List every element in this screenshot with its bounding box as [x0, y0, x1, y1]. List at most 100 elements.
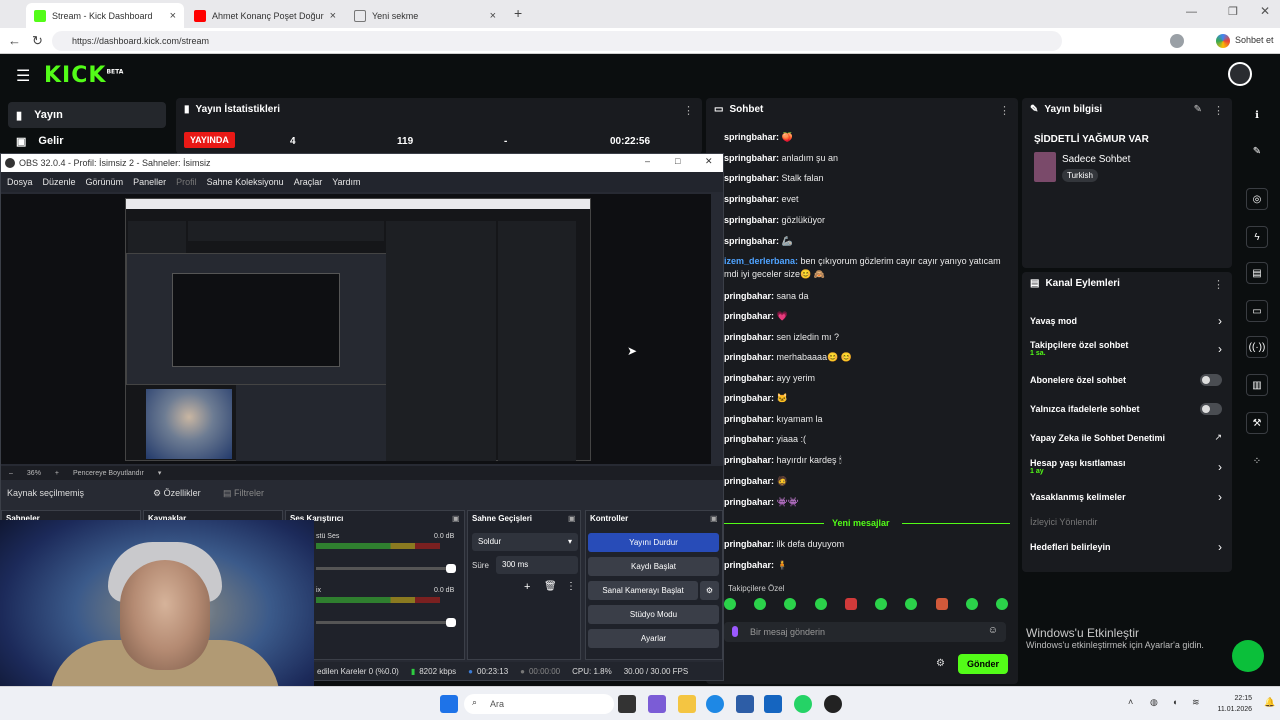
- address-input[interactable]: https://dashboard.kick.com/stream: [52, 31, 1062, 51]
- task-view-icon[interactable]: [618, 695, 636, 713]
- action-slow-mode[interactable]: Yavaş mod: [1030, 316, 1077, 326]
- menu-gorunum[interactable]: Görünüm: [86, 177, 124, 187]
- action-subscribers-only[interactable]: Abonelere özel sohbet: [1030, 375, 1126, 385]
- chat-username[interactable]: izem_derlerbana:: [724, 256, 798, 266]
- taskbar-clock[interactable]: 22:15 11.01.2026: [1217, 693, 1252, 715]
- chevron-right-icon[interactable]: ›: [1218, 540, 1222, 554]
- dock-float-icon[interactable]: ▣: [568, 514, 576, 523]
- network-icon[interactable]: ◍: [1150, 697, 1158, 708]
- menu-dosya[interactable]: Dosya: [7, 177, 33, 187]
- emoji-picker-icon[interactable]: ☺: [988, 625, 998, 636]
- action-account-age[interactable]: Hesap yaşı kısıtlaması 1 ay: [1030, 458, 1126, 475]
- kick-logo[interactable]: KICKBETA: [44, 63, 123, 88]
- chat-username[interactable]: pringbahar:: [724, 352, 774, 362]
- chat-username[interactable]: pringbahar:: [724, 311, 774, 321]
- hamburger-menu-icon[interactable]: ☰: [16, 66, 30, 86]
- more-options-icon[interactable]: ⋮: [999, 104, 1010, 117]
- chat-username[interactable]: pringbahar:: [724, 414, 774, 424]
- start-recording-button[interactable]: Kaydı Başlat: [588, 557, 719, 576]
- menu-profil[interactable]: Profil: [176, 177, 197, 187]
- zoom-plus-icon[interactable]: +: [55, 470, 59, 477]
- minimize-icon[interactable]: —: [1186, 6, 1197, 18]
- duration-input[interactable]: 300 ms: [496, 556, 578, 574]
- chat-username[interactable]: pringbahar:: [724, 434, 774, 444]
- wifi-icon[interactable]: ≋: [1192, 697, 1200, 708]
- obs-taskbar-icon[interactable]: [824, 695, 842, 713]
- copilot-icon[interactable]: [1216, 34, 1230, 48]
- lightning-icon[interactable]: ϟ: [1246, 226, 1268, 248]
- volume-slider[interactable]: [316, 564, 456, 573]
- emote-icon[interactable]: [844, 598, 857, 610]
- slider-handle[interactable]: [446, 618, 456, 627]
- layout-icon[interactable]: ▥: [1246, 374, 1268, 396]
- action-followers-only[interactable]: Takipçilere özel sohbet 1 sa.: [1030, 340, 1128, 357]
- chat-username[interactable]: springbahar:: [724, 153, 779, 163]
- tab-new[interactable]: Yeni sekme ×: [346, 3, 504, 28]
- trash-icon[interactable]: 🗑: [544, 581, 557, 592]
- chat-username[interactable]: springbahar:: [724, 215, 779, 225]
- info-icon[interactable]: ℹ: [1246, 104, 1268, 126]
- dock-float-icon[interactable]: ▣: [710, 514, 718, 523]
- menu-araclar[interactable]: Araçlar: [294, 177, 323, 187]
- volume-icon[interactable]: ◖: [1172, 697, 1177, 707]
- close-tab-icon[interactable]: ×: [490, 10, 496, 22]
- external-link-icon[interactable]: ↗: [1214, 432, 1222, 443]
- emote-icon[interactable]: [784, 598, 797, 610]
- tab-youtube-video[interactable]: Ahmet Konanç Poşet Doğurdu Fe ×: [186, 3, 344, 28]
- chat-username[interactable]: pringbahar:: [724, 291, 774, 301]
- back-arrow-icon[interactable]: ←: [8, 33, 21, 48]
- chat-username[interactable]: springbahar:: [724, 194, 779, 204]
- chevron-right-icon[interactable]: ›: [1218, 314, 1222, 328]
- dropdown-chevron-icon[interactable]: ▾: [158, 469, 162, 477]
- action-set-goals[interactable]: Hedefleri belirleyin: [1030, 542, 1111, 552]
- send-button[interactable]: Gönder: [958, 654, 1008, 674]
- obs-preview-canvas[interactable]: ➤: [1, 194, 711, 464]
- zoom-minus-icon[interactable]: –: [9, 470, 13, 477]
- stop-streaming-button[interactable]: Yayını Durdur: [588, 533, 719, 552]
- emote-icon[interactable]: [965, 598, 978, 610]
- copilot-label[interactable]: Sohbet et: [1235, 35, 1274, 45]
- dock-float-icon[interactable]: ▣: [452, 514, 460, 523]
- properties-button[interactable]: ⚙ Özellikler: [153, 488, 201, 499]
- start-virtual-camera-button[interactable]: Sanal Kamerayı Başlat: [588, 581, 698, 600]
- emote-icon[interactable]: [724, 598, 736, 610]
- studio-mode-button[interactable]: Stüdyo Modu: [588, 605, 719, 624]
- menu-duzenle[interactable]: Düzenle: [43, 177, 76, 187]
- edit-pencil-icon[interactable]: ✎: [1194, 104, 1202, 115]
- pencil-icon[interactable]: ✎: [1246, 140, 1268, 162]
- chat-username[interactable]: pringbahar:: [724, 393, 774, 403]
- chat-username[interactable]: springbahar:: [724, 173, 779, 183]
- chevron-right-icon[interactable]: ›: [1218, 460, 1222, 474]
- add-transition-plus-icon[interactable]: +: [524, 581, 530, 593]
- close-tab-icon[interactable]: ×: [170, 10, 176, 22]
- new-tab-plus-icon[interactable]: +: [514, 5, 522, 21]
- chat-username[interactable]: pringbahar:: [724, 560, 774, 570]
- more-options-icon[interactable]: ⋮: [1213, 278, 1224, 291]
- sidebar-item-gelir[interactable]: ▣ Gelir: [8, 128, 166, 154]
- chat-bubble-icon[interactable]: ▭: [1246, 300, 1268, 322]
- camera-icon[interactable]: ◎: [1246, 188, 1268, 210]
- emote-icon[interactable]: [754, 598, 767, 610]
- profile-avatar[interactable]: [1170, 34, 1184, 48]
- menu-paneller[interactable]: Paneller: [133, 177, 166, 187]
- edge-icon[interactable]: [706, 695, 724, 713]
- clipboard-icon[interactable]: ▤: [1246, 262, 1268, 284]
- chat-username[interactable]: pringbahar:: [724, 373, 774, 383]
- more-options-icon[interactable]: ⋮: [683, 104, 694, 117]
- broadcast-waves-icon[interactable]: ((·)): [1246, 336, 1268, 358]
- chat-settings-gear-icon[interactable]: ⚙: [936, 658, 945, 669]
- chat-username[interactable]: pringbahar:: [724, 476, 774, 486]
- file-explorer-icon[interactable]: [678, 695, 696, 713]
- emote-icon[interactable]: [875, 598, 888, 610]
- settings-button[interactable]: Ayarlar: [588, 629, 719, 648]
- emote-icon[interactable]: [814, 598, 827, 610]
- chat-username[interactable]: springbahar:: [724, 236, 779, 246]
- windows-start-icon[interactable]: [440, 695, 458, 713]
- floating-support-button[interactable]: [1232, 640, 1264, 672]
- obs-close-icon[interactable]: ✕: [705, 156, 713, 167]
- more-options-icon[interactable]: ⋮: [566, 581, 576, 592]
- menu-sahne-koleksiyonu[interactable]: Sahne Koleksiyonu: [207, 177, 284, 187]
- chevron-right-icon[interactable]: ›: [1218, 490, 1222, 504]
- tab-kick-dashboard[interactable]: Stream - Kick Dashboard ×: [26, 3, 184, 28]
- fit-to-window-label[interactable]: Pencereye Boyutlandır: [73, 470, 144, 477]
